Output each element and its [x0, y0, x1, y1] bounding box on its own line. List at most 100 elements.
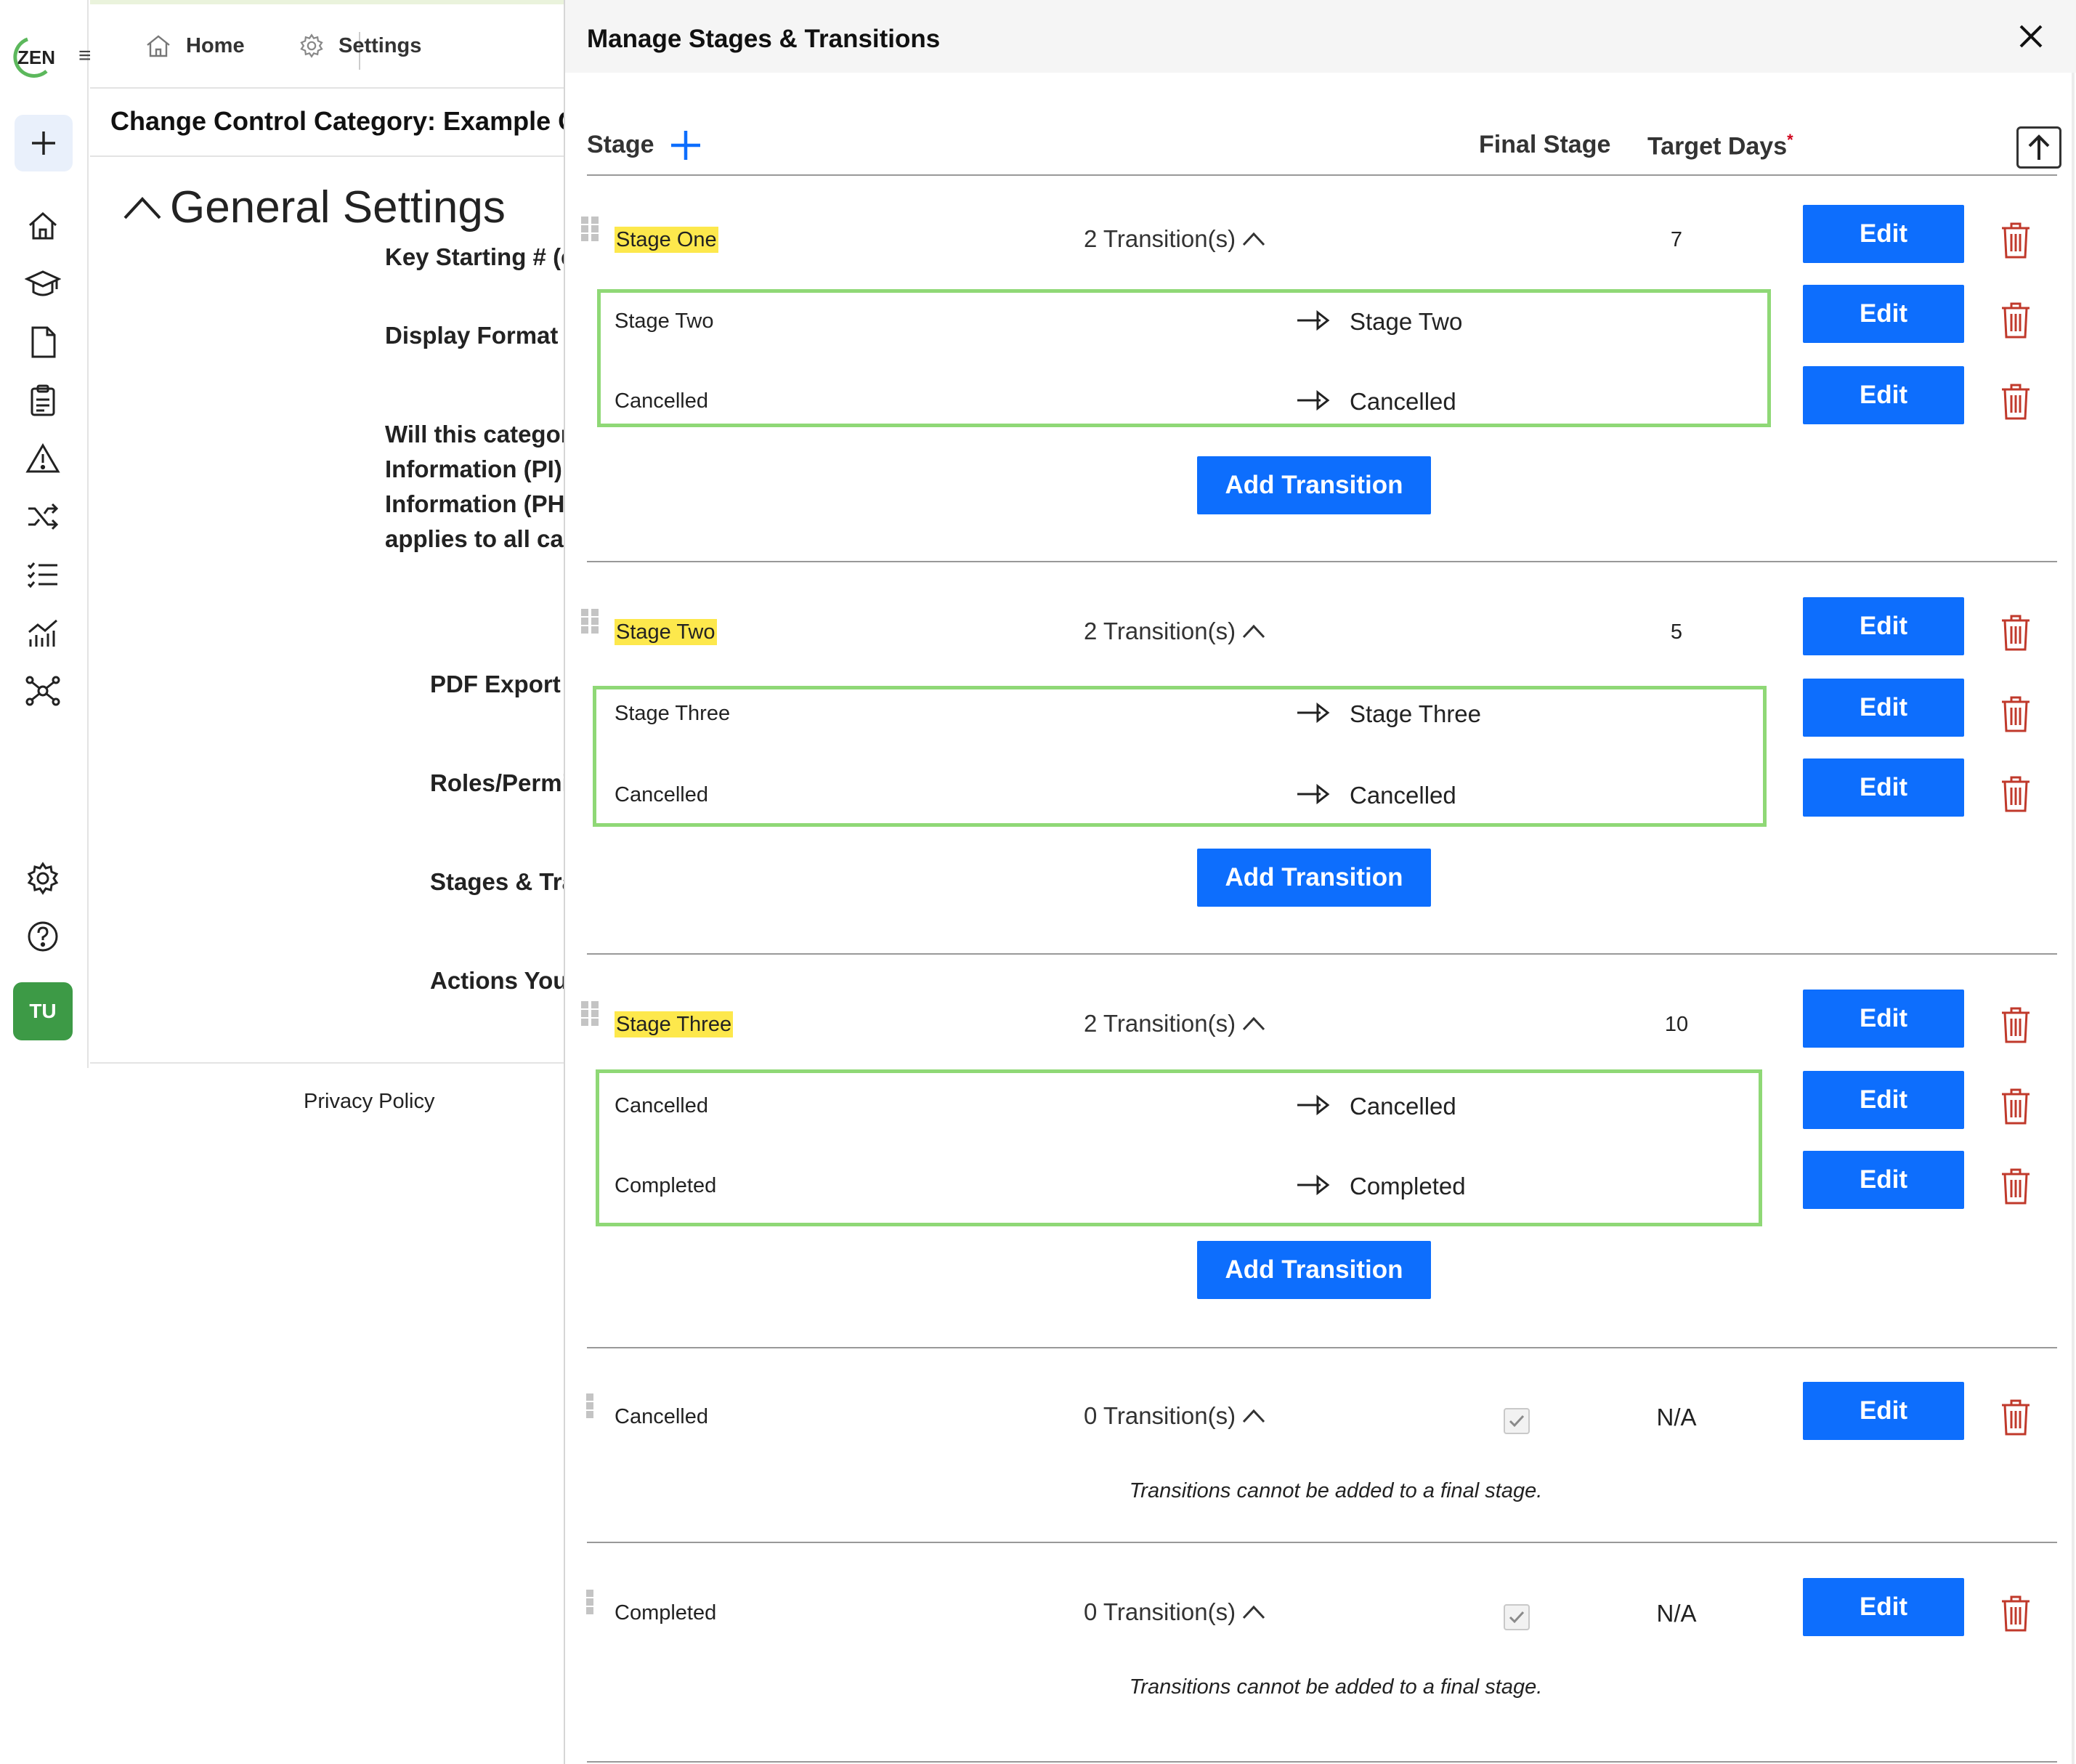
breadcrumb-settings[interactable]: Settings: [299, 33, 421, 58]
chevron-up-icon: [1242, 1016, 1265, 1031]
add-transition-button[interactable]: Add Transition: [1197, 849, 1431, 907]
target-days-column-header: Target Days*: [1647, 131, 1793, 161]
shuffle-icon[interactable]: [22, 495, 64, 538]
home-icon[interactable]: [22, 205, 64, 247]
transitions-count: 2 Transition(s): [1084, 225, 1236, 252]
clipboard-icon[interactable]: [22, 379, 64, 421]
create-button[interactable]: [15, 115, 73, 171]
pi-question-line-1: Will this categor: [385, 421, 570, 448]
target-days-label: Target Days: [1647, 132, 1788, 161]
gear-icon: [300, 33, 323, 58]
final-stage-column-header: Final Stage: [1479, 131, 1611, 158]
trash-icon[interactable]: [1999, 695, 2032, 734]
trash-icon[interactable]: [1999, 382, 2032, 421]
transition-to: Completed: [1350, 1173, 1466, 1199]
add-transition-button[interactable]: Add Transition: [1197, 456, 1431, 514]
transitions-toggle[interactable]: 0 Transition(s): [1084, 1598, 1266, 1626]
menu-icon[interactable]: ≡: [78, 45, 92, 67]
transitions-count: 0 Transition(s): [1084, 1598, 1236, 1625]
stage-divider: [587, 561, 2057, 562]
stage-column-header: Stage: [587, 131, 654, 158]
network-icon[interactable]: [22, 670, 64, 712]
target-days-value: N/A: [1656, 1404, 1697, 1431]
transition-from: Stage Two: [615, 309, 714, 333]
edit-stage-button[interactable]: Edit: [1803, 597, 1964, 655]
warning-icon[interactable]: [22, 437, 64, 480]
help-icon[interactable]: [22, 915, 64, 958]
final-stage-checkbox[interactable]: [1504, 1604, 1530, 1630]
stage-divider: [587, 953, 2057, 955]
breadcrumb-home[interactable]: Home: [145, 33, 245, 58]
final-stage-checkbox[interactable]: [1504, 1408, 1530, 1434]
pdf-export-label: PDF Export (: [430, 671, 575, 697]
trash-icon[interactable]: [1999, 1594, 2032, 1633]
roles-label: Roles/Permi: [430, 769, 569, 796]
user-avatar[interactable]: TU: [13, 982, 73, 1040]
transitions-toggle[interactable]: 2 Transition(s): [1084, 225, 1266, 253]
scrollbar-track[interactable]: [2072, 73, 2075, 1764]
arrow-right-icon: [1297, 1094, 1330, 1116]
transition-from: Cancelled: [615, 783, 708, 806]
add-stage-button[interactable]: [668, 128, 703, 163]
transition-to: Stage Three: [1350, 700, 1482, 727]
stage-divider: [587, 1347, 2057, 1348]
trash-icon[interactable]: [1999, 774, 2032, 814]
edit-transition-button[interactable]: Edit: [1803, 1151, 1964, 1209]
edit-transition-button[interactable]: Edit: [1803, 679, 1964, 737]
trash-icon[interactable]: [1999, 301, 2032, 340]
trash-icon[interactable]: [1999, 1398, 2032, 1437]
transition-to: Cancelled: [1350, 782, 1456, 809]
arrow-right-icon: [1297, 309, 1330, 331]
transitions-count: 2 Transition(s): [1084, 1010, 1236, 1037]
edit-stage-button[interactable]: Edit: [1803, 990, 1964, 1048]
training-icon[interactable]: [22, 263, 64, 305]
transitions-toggle[interactable]: 2 Transition(s): [1084, 618, 1266, 645]
checklist-icon[interactable]: [22, 554, 64, 596]
edit-transition-button[interactable]: Edit: [1803, 758, 1964, 817]
settings-icon[interactable]: [22, 857, 64, 899]
zen-logo[interactable]: ZEN: [6, 35, 60, 78]
collapse-all-button[interactable]: [2016, 126, 2061, 169]
drag-handle-icon[interactable]: [580, 1588, 601, 1616]
chevron-up-icon: [1242, 624, 1265, 639]
transition-from: Cancelled: [615, 389, 708, 413]
trash-icon[interactable]: [1999, 1006, 2032, 1045]
drag-handle-icon[interactable]: [580, 1392, 601, 1420]
key-starting-label: Key Starting # (e: [385, 243, 575, 270]
edit-transition-button[interactable]: Edit: [1803, 1071, 1964, 1129]
breadcrumb-settings-label: Settings: [338, 33, 422, 57]
edit-stage-button[interactable]: Edit: [1803, 1578, 1964, 1636]
section-title: General Settings: [170, 182, 506, 232]
transitions-box: [596, 1069, 1762, 1226]
trash-icon[interactable]: [1999, 613, 2032, 652]
add-transition-button[interactable]: Add Transition: [1197, 1241, 1431, 1299]
general-settings-toggle[interactable]: General Settings: [122, 182, 506, 233]
transitions-toggle[interactable]: 2 Transition(s): [1084, 1010, 1266, 1037]
stage-name: Cancelled: [615, 1405, 708, 1428]
privacy-policy-link[interactable]: Privacy Policy: [304, 1090, 435, 1114]
document-icon[interactable]: [22, 321, 64, 363]
home-icon: [147, 35, 170, 57]
edit-transition-button[interactable]: Edit: [1803, 366, 1964, 424]
checkmark-icon: [1509, 1611, 1525, 1624]
svg-text:ZEN: ZEN: [17, 46, 55, 68]
analytics-icon[interactable]: [22, 612, 64, 654]
target-days-value: 5: [1670, 620, 1683, 644]
edit-stage-button[interactable]: Edit: [1803, 1382, 1964, 1440]
transition-from: Completed: [615, 1174, 717, 1197]
transitions-toggle[interactable]: 0 Transition(s): [1084, 1402, 1266, 1430]
edit-transition-button[interactable]: Edit: [1803, 285, 1964, 343]
arrow-right-icon: [1297, 1174, 1330, 1196]
close-icon[interactable]: [2015, 20, 2047, 52]
drag-handle-icon[interactable]: [580, 215, 601, 243]
stage-divider: [587, 1542, 2057, 1543]
chevron-up-icon: [123, 196, 161, 219]
drag-handle-icon[interactable]: [580, 607, 601, 635]
edit-stage-button[interactable]: Edit: [1803, 205, 1964, 263]
actions-label: Actions You: [430, 967, 568, 994]
trash-icon[interactable]: [1999, 221, 2032, 260]
trash-icon[interactable]: [1999, 1167, 2032, 1206]
panel-header: Manage Stages & Transitions: [565, 0, 2076, 73]
drag-handle-icon[interactable]: [580, 1000, 601, 1027]
trash-icon[interactable]: [1999, 1087, 2032, 1126]
